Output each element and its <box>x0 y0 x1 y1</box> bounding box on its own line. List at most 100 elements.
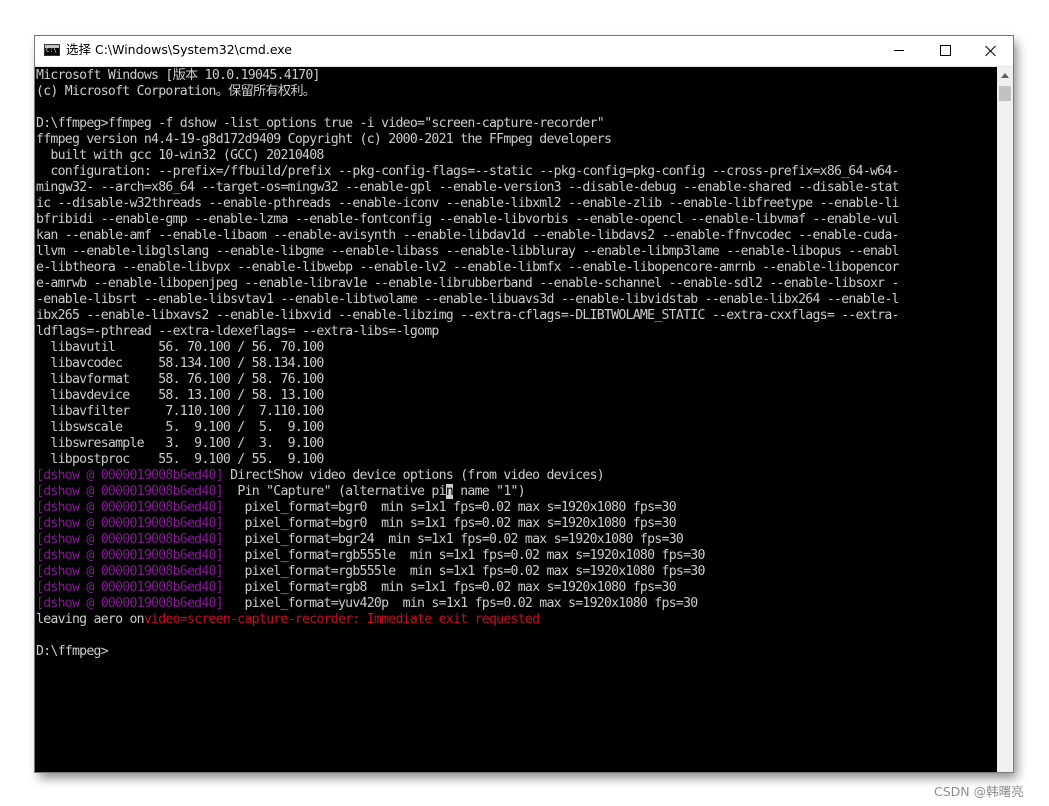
console-line: configuration: --prefix=/ffbuild/prefix … <box>36 164 899 180</box>
log-tag: [dshow @ 0000019008b6ed40] <box>36 596 224 611</box>
window-title: 选择 C:\Windows\System32\cmd.exe <box>66 42 292 57</box>
log-tag: [dshow @ 0000019008b6ed40] <box>36 468 224 483</box>
line-text: DirectShow video device options (from vi… <box>222 468 605 483</box>
text-cursor: n <box>445 484 454 499</box>
console-line: -enable-libsrt --enable-libsvtav1 --enab… <box>36 292 899 308</box>
console-line: (c) Microsoft Corporation。保留所有权利。 <box>36 84 899 100</box>
console-line: [dshow @ 0000019008b6ed40] DirectShow vi… <box>36 468 899 484</box>
line-text: Pin "Capture" (alternative pi <box>222 484 446 499</box>
console-line: libavutil 56. 70.100 / 56. 70.100 <box>36 340 899 356</box>
line-text: e-libtheora --enable-libvpx --enable-lib… <box>36 260 899 275</box>
line-text: pixel_format=yuv420p min s=1x1 fps=0.02 … <box>222 596 699 611</box>
line-text: libavcodec 58.134.100 / 58.134.100 <box>36 356 324 371</box>
line-text: D:\ffmpeg> <box>36 644 109 659</box>
line-text: ic --disable-w32threads --enable-pthread… <box>36 196 899 211</box>
line-text: pixel_format=rgb555le min s=1x1 fps=0.02… <box>222 564 706 579</box>
line-text: built with gcc 10-win32 (GCC) 20210408 <box>36 148 324 163</box>
maximize-button[interactable] <box>922 36 968 66</box>
console-line: bfribidi --enable-gmp --enable-lzma --en… <box>36 212 899 228</box>
line-text: libavformat 58. 76.100 / 58. 76.100 <box>36 372 324 387</box>
console-line: [dshow @ 0000019008b6ed40] pixel_format=… <box>36 532 899 548</box>
scroll-up-arrow-icon[interactable] <box>997 67 1013 84</box>
line-text: bfribidi --enable-gmp --enable-lzma --en… <box>36 212 899 227</box>
log-tag: [dshow @ 0000019008b6ed40] <box>36 548 224 563</box>
scrollbar-thumb[interactable] <box>999 86 1011 101</box>
line-text: pixel_format=rgb555le min s=1x1 fps=0.02… <box>222 548 706 563</box>
maximize-icon <box>940 45 951 56</box>
line-text: libswscale 5. 9.100 / 5. 9.100 <box>36 420 324 435</box>
line-text: e-amrwb --enable-libopenjpeg --enable-li… <box>36 276 899 291</box>
cmd-window: 选择 C:\Windows\System32\cmd.exe Microsoft… <box>35 36 1013 772</box>
console-line: ldflags=-pthread --extra-ldexeflags= --e… <box>36 324 899 340</box>
log-tag: [dshow @ 0000019008b6ed40] <box>36 500 224 515</box>
title-bar[interactable]: 选择 C:\Windows\System32\cmd.exe <box>35 36 1013 67</box>
console-line: built with gcc 10-win32 (GCC) 20210408 <box>36 148 899 164</box>
line-text: Microsoft Windows [版本 10.0.19045.4170] <box>36 68 320 83</box>
line-text: ldflags=-pthread --extra-ldexeflags= --e… <box>36 324 439 339</box>
line-text: pixel_format=rgb8 min s=1x1 fps=0.02 max… <box>222 580 677 595</box>
console-line: leaving aero onvideo=screen-capture-reco… <box>36 612 899 628</box>
console-lines: Microsoft Windows [版本 10.0.19045.4170] (c… <box>36 68 899 660</box>
console-line: kan --enable-amf --enable-libaom --enabl… <box>36 228 899 244</box>
cmd-icon[interactable] <box>44 44 60 56</box>
line-text: pixel_format=bgr0 min s=1x1 fps=0.02 max… <box>222 516 677 531</box>
line-text: -enable-libsrt --enable-libsvtav1 --enab… <box>36 292 899 307</box>
console-line: ic --disable-w32threads --enable-pthread… <box>36 196 899 212</box>
line-text: libswresample 3. 9.100 / 3. 9.100 <box>36 436 324 451</box>
close-icon <box>984 42 998 60</box>
line-text: llvm --enable-libglslang --enable-libgme… <box>36 244 899 259</box>
console-line: libavfilter 7.110.100 / 7.110.100 <box>36 404 899 420</box>
log-tag: [dshow @ 0000019008b6ed40] <box>36 580 224 595</box>
log-tag: [dshow @ 0000019008b6ed40] <box>36 484 224 499</box>
console-line: [dshow @ 0000019008b6ed40] pixel_format=… <box>36 596 899 612</box>
console-line: D:\ffmpeg> <box>36 644 899 660</box>
log-tag: [dshow @ 0000019008b6ed40] <box>36 532 224 547</box>
console-line: ffmpeg version n4.4-19-g8d172d9409 Copyr… <box>36 132 899 148</box>
line-text: libavutil 56. 70.100 / 56. 70.100 <box>36 340 324 355</box>
minimize-button[interactable] <box>876 36 922 66</box>
line-text-after: name "1") <box>453 484 525 499</box>
line-text: ibx265 --enable-libxavs2 --enable-libxvi… <box>36 308 899 323</box>
console-line: D:\ffmpeg>ffmpeg -f dshow -list_options … <box>36 116 899 132</box>
console-line: libpostproc 55. 9.100 / 55. 9.100 <box>36 452 899 468</box>
console-line: e-libtheora --enable-libvpx --enable-lib… <box>36 260 899 276</box>
line-text: (c) Microsoft Corporation。保留所有权利。 <box>36 84 316 99</box>
line-text: D:\ffmpeg>ffmpeg -f dshow -list_options … <box>36 116 605 131</box>
line-text: libavdevice 58. 13.100 / 58. 13.100 <box>36 388 324 403</box>
minimize-icon <box>894 50 904 51</box>
error-text: video=screen-capture-recorder: Immediate… <box>143 612 540 627</box>
line-text: libpostproc 55. 9.100 / 55. 9.100 <box>36 452 324 467</box>
line-text: ffmpeg version n4.4-19-g8d172d9409 Copyr… <box>36 132 612 147</box>
console-line: ibx265 --enable-libxavs2 --enable-libxvi… <box>36 308 899 324</box>
line-text: pixel_format=bgr0 min s=1x1 fps=0.02 max… <box>222 500 677 515</box>
console-line: libavcodec 58.134.100 / 58.134.100 <box>36 356 899 372</box>
console-line: Microsoft Windows [版本 10.0.19045.4170] <box>36 68 899 84</box>
line-text: pixel_format=bgr24 min s=1x1 fps=0.02 ma… <box>222 532 684 547</box>
line-text: libavfilter 7.110.100 / 7.110.100 <box>36 404 324 419</box>
console-output[interactable]: Microsoft Windows [版本 10.0.19045.4170] (c… <box>35 67 997 772</box>
log-tag: [dshow @ 0000019008b6ed40] <box>36 564 224 579</box>
console-line: [dshow @ 0000019008b6ed40] pixel_format=… <box>36 548 899 564</box>
console-line: libswresample 3. 9.100 / 3. 9.100 <box>36 436 899 452</box>
console-line: libavdevice 58. 13.100 / 58. 13.100 <box>36 388 899 404</box>
console-line: [dshow @ 0000019008b6ed40] pixel_format=… <box>36 564 899 580</box>
line-text: leaving aero on <box>36 612 145 627</box>
line-text: configuration: --prefix=/ffbuild/prefix … <box>36 164 899 179</box>
console-line: e-amrwb --enable-libopenjpeg --enable-li… <box>36 276 899 292</box>
vertical-scrollbar[interactable] <box>997 67 1013 772</box>
console-line: [dshow @ 0000019008b6ed40] Pin "Capture"… <box>36 484 899 500</box>
console-line: [dshow @ 0000019008b6ed40] pixel_format=… <box>36 500 899 516</box>
console-line: libswscale 5. 9.100 / 5. 9.100 <box>36 420 899 436</box>
log-tag: [dshow @ 0000019008b6ed40] <box>36 516 224 531</box>
console-line: [dshow @ 0000019008b6ed40] pixel_format=… <box>36 580 899 596</box>
line-text: kan --enable-amf --enable-libaom --enabl… <box>36 228 899 243</box>
watermark: CSDN @韩曙亮 <box>934 784 1024 799</box>
console-line: [dshow @ 0000019008b6ed40] pixel_format=… <box>36 516 899 532</box>
console-line: mingw32- --arch=x86_64 --target-os=mingw… <box>36 180 899 196</box>
console-line: libavformat 58. 76.100 / 58. 76.100 <box>36 372 899 388</box>
line-text: mingw32- --arch=x86_64 --target-os=mingw… <box>36 180 899 195</box>
console-line: llvm --enable-libglslang --enable-libgme… <box>36 244 899 260</box>
close-button[interactable] <box>968 36 1014 66</box>
